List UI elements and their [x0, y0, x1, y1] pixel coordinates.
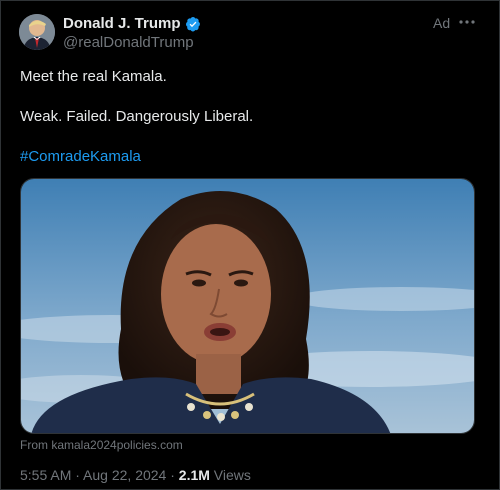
author-block: Donald J. Trump @realDonaldTrump — [63, 14, 201, 51]
meta-separator: · — [166, 467, 179, 483]
hashtag-link[interactable]: #ComradeKamala — [20, 147, 475, 167]
tweet-meta: 5:55 AM · Aug 22, 2024 · 2.1M Views — [20, 467, 251, 483]
tweet-line-2: Weak. Failed. Dangerously Liberal. — [20, 108, 254, 125]
views-count: 2.1M — [178, 467, 210, 483]
meta-separator: · — [71, 467, 84, 483]
tweet-date[interactable]: Aug 22, 2024 — [83, 467, 166, 483]
verified-badge-icon — [185, 16, 201, 32]
more-options-icon[interactable] — [458, 13, 476, 31]
tweet-card: Donald J. Trump @realDonaldTrump Ad Meet… — [0, 0, 500, 490]
tweet-time[interactable]: 5:55 AM — [20, 467, 71, 483]
avatar[interactable] — [19, 14, 55, 50]
media-source[interactable]: From kamala2024policies.com — [20, 438, 183, 452]
video-media[interactable] — [20, 178, 475, 434]
ad-label: Ad — [433, 15, 451, 31]
tweet-line-1: Meet the real Kamala. — [20, 68, 167, 85]
author-name[interactable]: Donald J. Trump — [63, 15, 181, 32]
tweet-text: Meet the real Kamala. Weak. Failed. Dang… — [20, 67, 475, 167]
author-handle[interactable]: @realDonaldTrump — [63, 34, 201, 51]
views-label: Views — [209, 467, 251, 483]
